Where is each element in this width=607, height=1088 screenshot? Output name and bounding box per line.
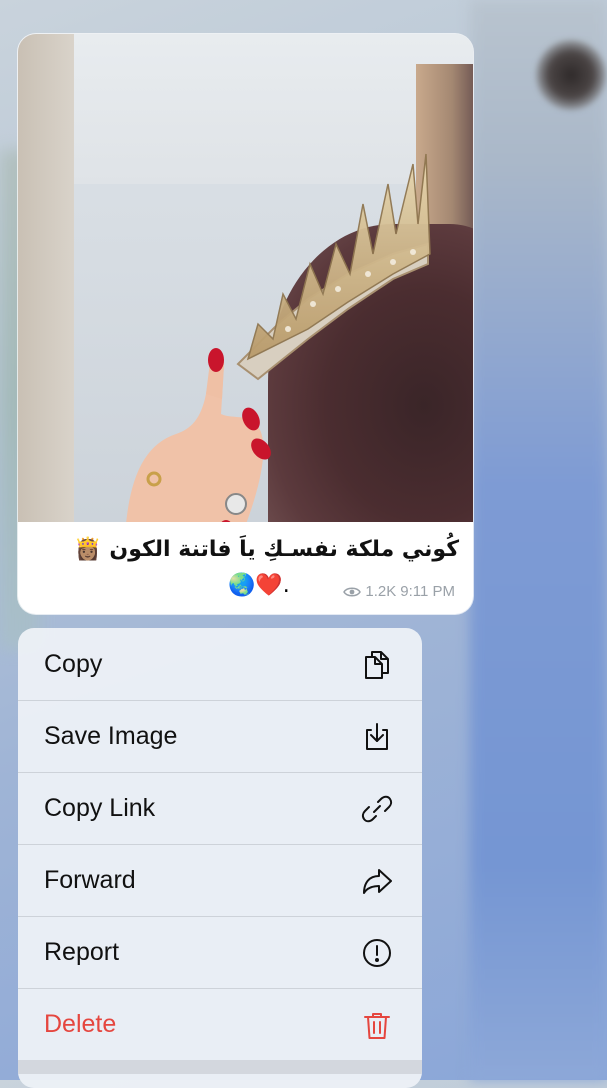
message-photo[interactable] bbox=[18, 34, 473, 522]
menu-item-copy-link[interactable]: Copy Link bbox=[18, 772, 422, 844]
menu-item-delete[interactable]: Delete bbox=[18, 988, 422, 1060]
menu-item-label: Copy bbox=[44, 649, 103, 678]
blurred-avatar bbox=[536, 40, 606, 110]
report-icon bbox=[360, 936, 394, 970]
background-blur bbox=[470, 0, 607, 1080]
menu-item-save-image[interactable]: Save Image bbox=[18, 700, 422, 772]
copy-icon bbox=[360, 647, 394, 681]
menu-item-copy[interactable]: Copy bbox=[18, 628, 422, 700]
menu-item-label: Copy Link bbox=[44, 794, 156, 822]
trash-icon bbox=[360, 1008, 394, 1042]
forward-icon bbox=[360, 864, 394, 898]
menu-item-label: Report bbox=[44, 938, 120, 966]
message-caption: كُوني ملكة نفسـكِ ياَ فاتنة الكون 👸🏽 bbox=[74, 537, 459, 562]
message-time: 9:11 PM bbox=[400, 583, 455, 600]
link-icon bbox=[360, 792, 394, 826]
menu-separator bbox=[18, 1060, 422, 1074]
views-count: 1.2K bbox=[365, 583, 397, 600]
hand-illustration bbox=[126, 348, 271, 522]
photo-wall bbox=[18, 34, 74, 522]
menu-item-forward[interactable]: Forward bbox=[18, 844, 422, 916]
message-caption-emoji: 🌏❤️. bbox=[228, 573, 290, 598]
menu-item-report[interactable]: Report bbox=[18, 916, 422, 988]
save-image-icon bbox=[360, 720, 394, 754]
message-bubble[interactable]: كُوني ملكة نفسـكِ ياَ فاتنة الكون 👸🏽 🌏❤️… bbox=[18, 34, 473, 614]
context-menu: Copy Save Image Copy Link Forward Report… bbox=[18, 628, 422, 1088]
message-meta: 1.2K 9:11 PM bbox=[343, 583, 455, 600]
menu-item-label: Delete bbox=[44, 1010, 117, 1038]
menu-item-label: Forward bbox=[44, 866, 136, 894]
views-icon bbox=[343, 587, 362, 596]
menu-item-label: Save Image bbox=[44, 722, 178, 750]
